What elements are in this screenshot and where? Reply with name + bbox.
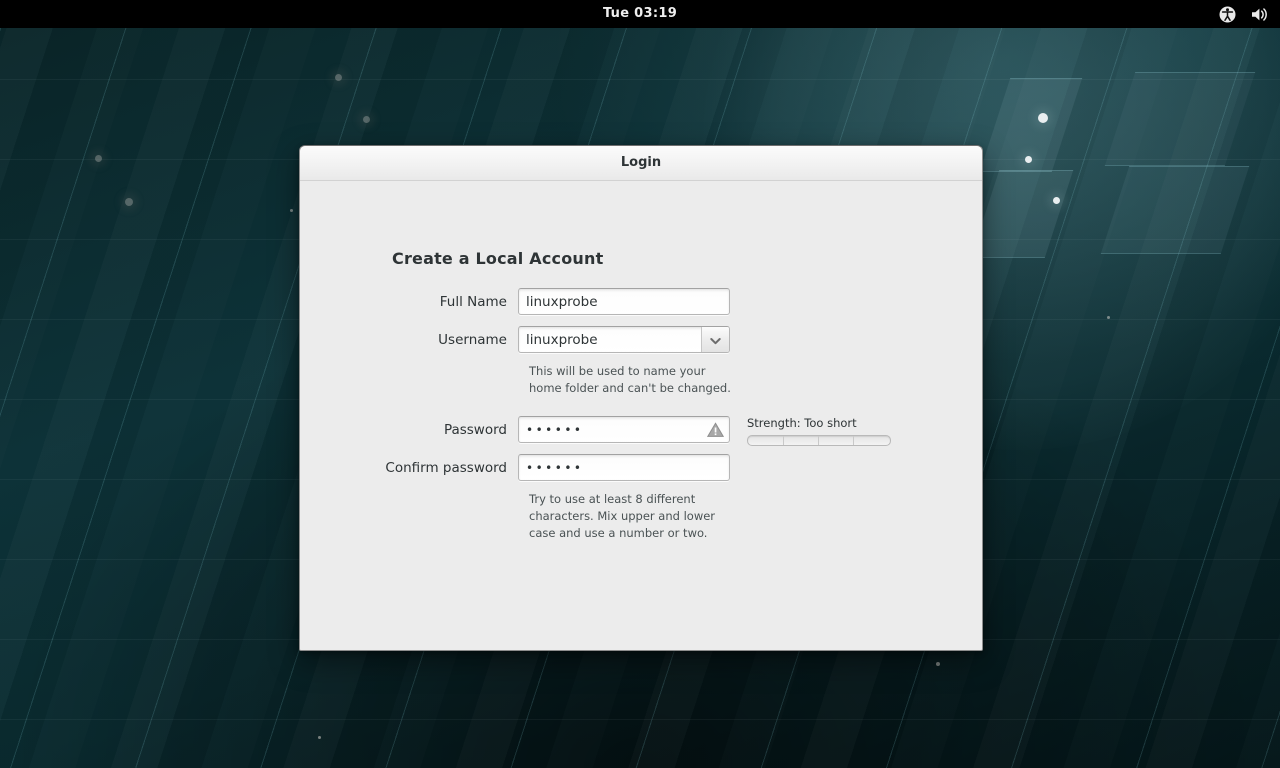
confirm-password-input[interactable] (518, 454, 730, 481)
password-strength-label: Strength: Too short (747, 416, 889, 430)
chevron-down-icon (710, 330, 721, 349)
accessibility-icon[interactable] (1219, 6, 1236, 23)
username-dropdown-button[interactable] (701, 327, 729, 352)
wallpaper-node-dot (290, 209, 293, 212)
field-row-username: Username (308, 326, 730, 353)
username-hint: This will be used to name your home fold… (529, 363, 734, 397)
dialog-titlebar: Login (300, 146, 982, 181)
wallpaper-node-dot (335, 74, 342, 81)
password-control (518, 416, 730, 443)
username-label: Username (308, 332, 518, 348)
strength-segment-divider (853, 436, 854, 445)
dialog-footer: Use Enterprise Login Previous Next (300, 588, 982, 650)
full-name-label: Full Name (308, 294, 518, 310)
confirm-password-control (518, 454, 730, 481)
wallpaper-node-dot (125, 198, 133, 206)
field-row-full-name: Full Name (308, 288, 730, 315)
confirm-password-label: Confirm password (308, 460, 518, 476)
volume-icon[interactable] (1250, 6, 1270, 23)
full-name-input[interactable] (518, 288, 730, 315)
dialog-title: Login (300, 146, 982, 180)
warning-triangle-icon[interactable] (707, 421, 724, 438)
strength-segment-divider (783, 436, 784, 445)
password-strength-bar (747, 435, 891, 446)
clock[interactable]: Tue 03:19 (0, 0, 1280, 28)
wallpaper-node-dot (1053, 197, 1060, 204)
wallpaper-node-dot (936, 662, 940, 666)
field-row-password: Password (308, 416, 730, 443)
system-tray (1219, 0, 1270, 28)
password-strength: Strength: Too short (747, 416, 889, 446)
full-name-control (518, 288, 730, 315)
top-panel: Tue 03:19 (0, 0, 1280, 28)
wallpaper-node-dot (95, 155, 102, 162)
wallpaper-node-dot (1025, 156, 1032, 163)
wallpaper-node-dot (318, 736, 321, 739)
strength-segment-divider (818, 436, 819, 445)
username-input[interactable] (518, 326, 730, 353)
login-dialog: Login Create a Local Account Full Name U… (299, 145, 983, 651)
field-row-confirm-password: Confirm password (308, 454, 730, 481)
wallpaper-node-dot (1107, 316, 1110, 319)
password-label: Password (308, 422, 518, 438)
password-hint: Try to use at least 8 different characte… (529, 491, 734, 542)
username-control (518, 326, 730, 353)
password-input[interactable] (518, 416, 730, 443)
page-title: Create a Local Account (392, 249, 603, 268)
wallpaper-node-dot (363, 116, 370, 123)
wallpaper-node-dot (1038, 113, 1048, 123)
dialog-content: Create a Local Account Full Name Usernam… (300, 181, 982, 650)
